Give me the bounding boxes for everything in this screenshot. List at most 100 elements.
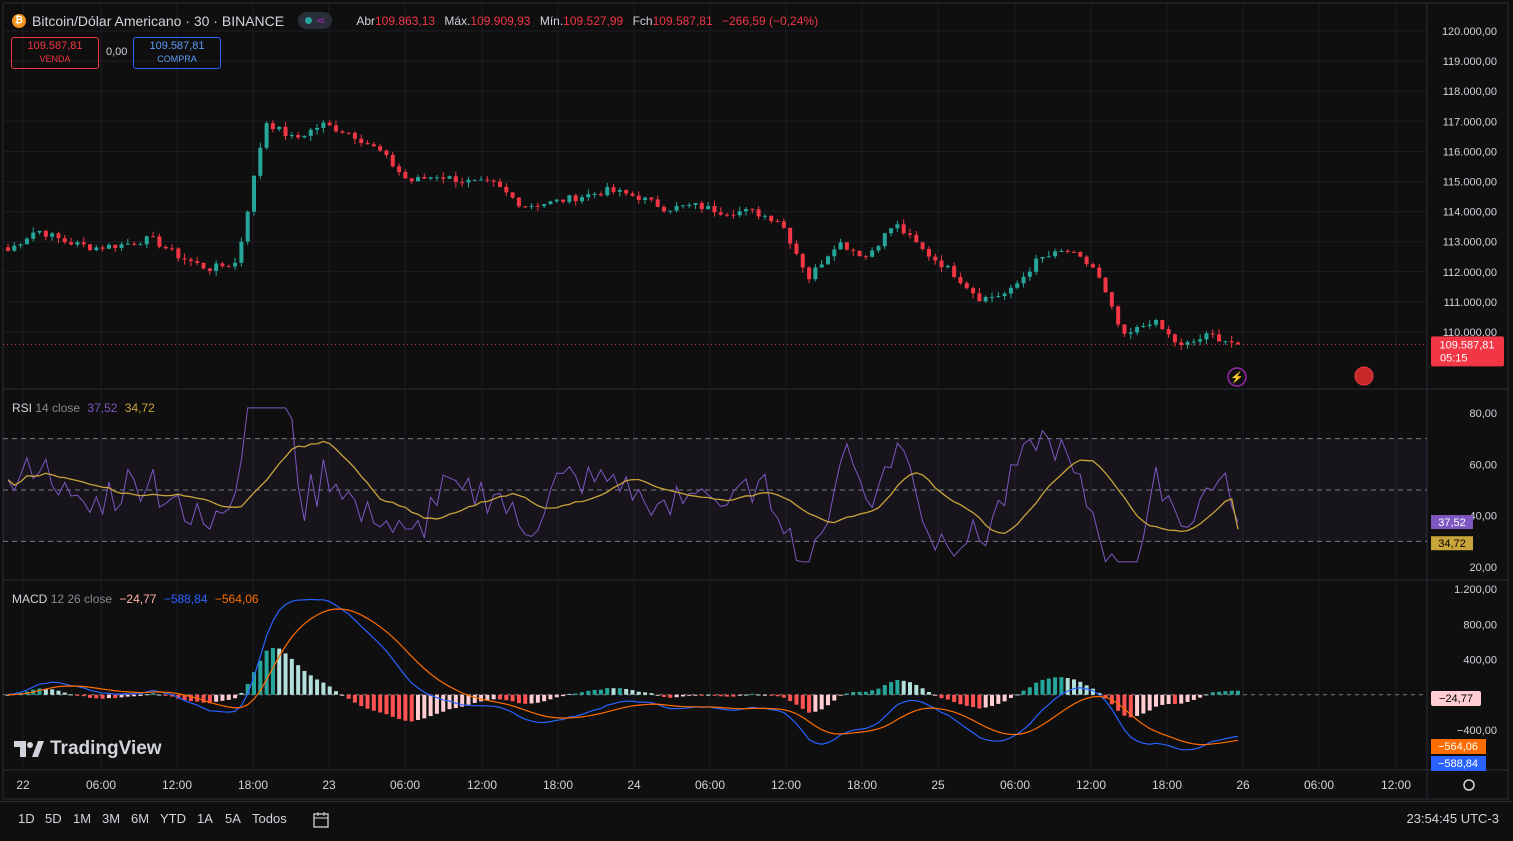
price-tick: 115.000,00	[1443, 177, 1497, 189]
candle-up	[434, 177, 439, 179]
macd-histogram-bar	[908, 682, 912, 695]
candle-down	[756, 209, 761, 217]
range-1m-button[interactable]: 1M	[73, 811, 91, 826]
candle-up	[838, 242, 843, 250]
macd-legend[interactable]: MACD 12 26 close −24,77 −588,84 −564,06	[12, 592, 259, 606]
macd-histogram-bar	[573, 693, 578, 695]
range-5d-button[interactable]: 5D	[45, 811, 62, 826]
signal-line	[7, 608, 1239, 746]
symbol-legend[interactable]: ₿ Bitcoin/Dólar Americano · 30 · BINANCE…	[12, 12, 818, 29]
candle-down	[485, 179, 490, 181]
buy-button[interactable]: 109.587,81 COMPRA	[133, 37, 221, 69]
candle-up	[1002, 293, 1007, 297]
macd-histogram-bar	[706, 694, 711, 696]
rsi-tick: 20,00	[1469, 562, 1497, 574]
candle-up	[1154, 320, 1158, 325]
chart-canvas[interactable]: 120.000,00 119.000,00 118.000,00 117.000,00…	[0, 0, 1513, 840]
candle-up	[24, 238, 29, 245]
market-status-pill[interactable]: ⋖	[298, 12, 333, 29]
candle-down	[365, 143, 370, 145]
macd-histogram-bar	[800, 694, 805, 709]
macd-histogram-bar	[214, 694, 219, 702]
macd-histogram-bar	[630, 690, 635, 695]
candle-up	[119, 244, 124, 249]
macd-histogram-bar	[1179, 694, 1184, 704]
macd-histogram-bar	[233, 694, 238, 699]
candle-up	[737, 211, 742, 216]
candle-down	[207, 268, 212, 271]
candle-down	[516, 197, 521, 207]
macd-histogram-bar	[699, 694, 704, 696]
range-6m-button[interactable]: 6M	[131, 811, 149, 826]
macd-histogram-bar	[592, 689, 597, 695]
macd-histogram-bar	[37, 688, 42, 695]
candle-down	[630, 193, 635, 196]
macd-histogram-bar	[485, 694, 490, 701]
macd-histogram-bar	[819, 694, 824, 710]
range-todos-button[interactable]: Todos	[252, 811, 287, 826]
macd-histogram-bar	[220, 694, 225, 701]
candle-down	[1166, 329, 1171, 335]
sell-button[interactable]: 109.587,81 VENDA	[11, 37, 99, 69]
candle-down	[971, 288, 976, 294]
range-ytd-button[interactable]: YTD	[160, 811, 186, 826]
range-5a-button[interactable]: 5A	[225, 811, 241, 826]
candle-down	[69, 242, 74, 245]
range-3m-button[interactable]: 3M	[102, 811, 120, 826]
macd-histogram-bar	[952, 694, 957, 703]
macd-histogram-bar	[132, 694, 137, 697]
clock[interactable]: 23:54:45 UTC-3	[1407, 811, 1500, 826]
macd-histogram-bar	[636, 691, 641, 695]
ohlc-values: Abr109.863,13 Máx.109.909,93 Mín.109.527…	[356, 13, 819, 28]
macd-histogram-bar	[933, 694, 938, 696]
candle-up	[668, 210, 673, 212]
macd-histogram-bar	[43, 689, 48, 695]
candle-down	[1072, 251, 1076, 253]
candle-up	[586, 194, 591, 198]
signal-value-text: −564,06	[1438, 741, 1478, 753]
candle-down	[857, 250, 862, 257]
candle-up	[125, 243, 130, 245]
macd-histogram-bar	[1217, 691, 1222, 695]
macd-histogram-bar	[851, 692, 856, 695]
symbol-title[interactable]: Bitcoin/Dólar Americano · 30 · BINANCE	[32, 13, 284, 29]
tradingview-logo[interactable]: TradingView	[14, 738, 162, 760]
range-1d-button[interactable]: 1D	[18, 811, 35, 826]
candle-up	[138, 244, 143, 246]
macd-histogram-bar	[737, 694, 742, 696]
candle-up	[548, 201, 553, 205]
candle-up	[277, 126, 282, 130]
macd-histogram-bar	[1053, 677, 1058, 695]
candle-up	[1147, 324, 1152, 326]
candle-down	[800, 253, 805, 268]
candle-down	[491, 180, 496, 182]
us-flag-event-icon	[1354, 366, 1374, 386]
macd-histogram-bar	[756, 694, 761, 696]
range-1a-button[interactable]: 1A	[197, 811, 213, 826]
candle-up	[983, 297, 988, 302]
share-icon[interactable]: ⋖	[316, 14, 325, 27]
candle-down	[453, 176, 458, 183]
candle-down	[781, 221, 786, 228]
candle-up	[1008, 287, 1013, 294]
macd-histogram-bar	[826, 694, 830, 706]
candle-up	[31, 232, 36, 239]
candle-down	[1097, 267, 1102, 278]
candle-up	[876, 246, 881, 251]
macd-histogram-bar	[302, 670, 307, 695]
macd-histogram-bar	[1084, 685, 1089, 695]
candle-down	[81, 242, 86, 245]
candle-down	[327, 122, 332, 126]
rsi-legend[interactable]: RSI 14 close 37,52 34,72	[12, 401, 155, 415]
macd-histogram-bar	[617, 688, 622, 695]
candle-down	[397, 166, 402, 173]
time-tick: 06:00	[1000, 778, 1030, 792]
macd-histogram-bar	[794, 694, 799, 705]
candle-down	[1103, 277, 1108, 293]
candle-down	[56, 233, 61, 239]
goto-date-icon[interactable]	[312, 811, 330, 832]
time-tick: 26	[1236, 778, 1250, 792]
macd-histogram-bar	[693, 694, 698, 696]
candle-up	[1053, 251, 1058, 257]
candle-down	[510, 192, 515, 198]
